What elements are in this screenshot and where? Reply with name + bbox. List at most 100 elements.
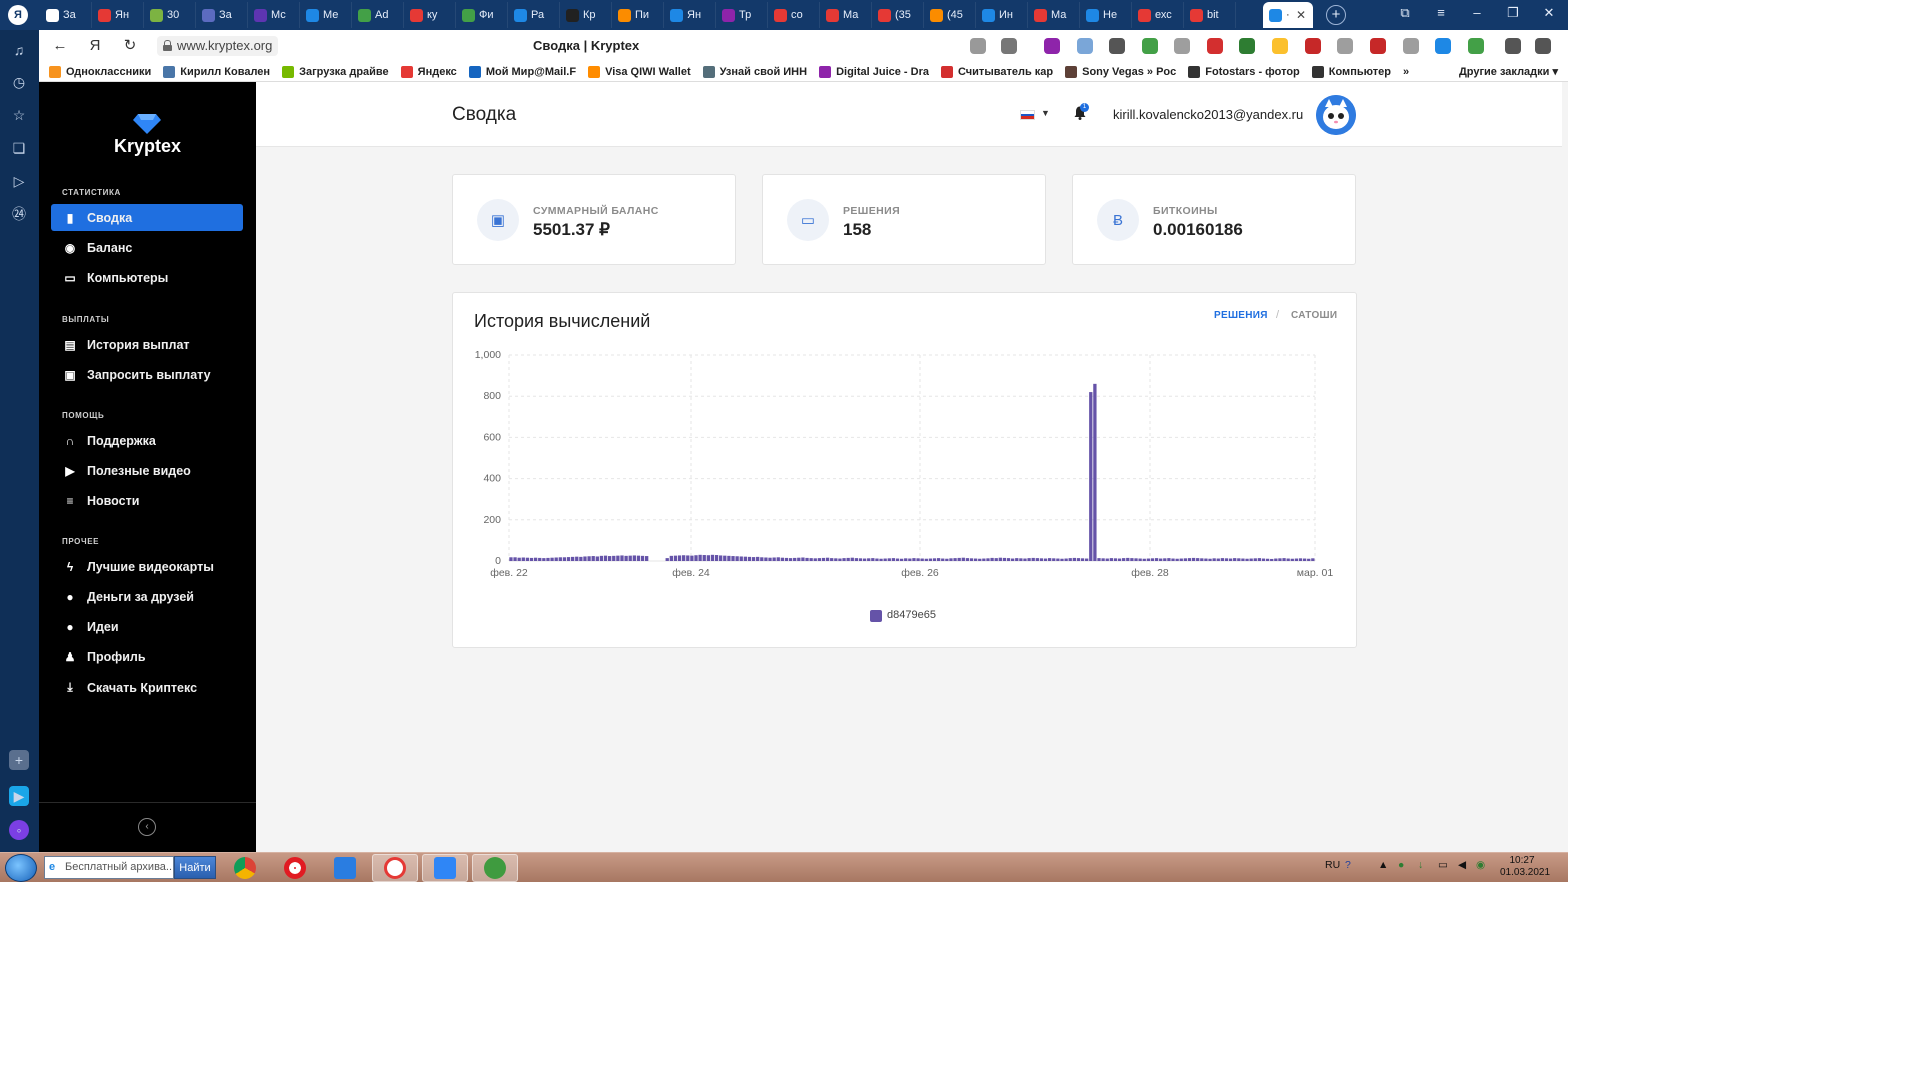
extension-icon[interactable] bbox=[1077, 38, 1093, 54]
video-icon[interactable]: ▷ bbox=[9, 171, 29, 191]
reload-icon[interactable]: ↻ bbox=[121, 37, 139, 55]
bookmark-item[interactable]: Яндекс bbox=[400, 65, 457, 78]
browser-tab[interactable]: со bbox=[768, 2, 820, 28]
alice-icon[interactable]: ◦ bbox=[9, 820, 29, 840]
browser-tab[interactable]: Ян bbox=[664, 2, 716, 28]
browser-tab[interactable]: (45 bbox=[924, 2, 976, 28]
user-email[interactable]: kirill.kovalencko2013@yandex.ru bbox=[1113, 107, 1303, 122]
browser-tab[interactable]: 30 bbox=[144, 2, 196, 28]
browser-tab[interactable]: Ad bbox=[352, 2, 404, 28]
bookmark-item[interactable]: Кирилл Ковален bbox=[163, 65, 270, 78]
browser-tab[interactable]: Кр bbox=[560, 2, 612, 28]
russian-flag-icon[interactable] bbox=[1020, 110, 1035, 120]
tab-close-icon[interactable]: ✕ bbox=[1296, 8, 1306, 22]
taskbar-clock[interactable]: 10:27 01.03.2021 bbox=[1500, 855, 1550, 879]
bookmark-item[interactable]: Загрузка драйве bbox=[282, 65, 389, 78]
bookmark-item[interactable]: Мой Мир@Mail.F bbox=[468, 65, 576, 78]
bookmark-item[interactable]: Fotostars - фотор bbox=[1188, 65, 1300, 78]
messenger-icon[interactable]: ▶ bbox=[9, 786, 29, 806]
sidebar-item[interactable]: ▶ Полезные видео bbox=[51, 457, 243, 484]
extension-icon[interactable] bbox=[1207, 38, 1223, 54]
browser-tab[interactable]: Фи bbox=[456, 2, 508, 28]
browser-tab[interactable]: ку bbox=[404, 2, 456, 28]
collapse-sidebar-button[interactable]: ‹ bbox=[138, 818, 156, 836]
page-scrollbar[interactable] bbox=[1562, 82, 1568, 852]
volume-icon[interactable]: ◀ bbox=[1458, 859, 1466, 871]
bookmarks-more-icon[interactable]: » bbox=[1403, 66, 1409, 78]
browser-tab[interactable]: Ин bbox=[976, 2, 1028, 28]
browser-tab[interactable]: Ме bbox=[300, 2, 352, 28]
sidebar-item[interactable]: ▮ Сводка bbox=[51, 204, 243, 231]
sidebar-item[interactable]: ▭ Компьютеры bbox=[51, 265, 243, 292]
news-24-icon[interactable]: ㉔ bbox=[9, 204, 29, 224]
browser-tab[interactable]: ехс bbox=[1132, 2, 1184, 28]
extension-icon[interactable] bbox=[1239, 38, 1255, 54]
extension-icon[interactable] bbox=[1370, 38, 1386, 54]
legend-series-name[interactable]: d8479e65 bbox=[887, 609, 936, 621]
sidebar-item[interactable]: ♟ Профиль bbox=[51, 644, 243, 671]
bookmark-item[interactable]: Visa QIWI Wallet bbox=[588, 65, 691, 78]
extension-icon[interactable] bbox=[1044, 38, 1060, 54]
extension-icon[interactable] bbox=[1337, 38, 1353, 54]
bookmark-icon[interactable] bbox=[1001, 38, 1017, 54]
brand-name[interactable]: Kryptex bbox=[39, 136, 256, 157]
avatar[interactable] bbox=[1316, 95, 1356, 135]
browser-tab[interactable]: bit bbox=[1184, 2, 1236, 28]
bookmark-item[interactable]: Sony Vegas » Poc bbox=[1065, 65, 1176, 78]
extension-icon[interactable] bbox=[1435, 38, 1451, 54]
browser-tab[interactable]: Ра bbox=[508, 2, 560, 28]
tray-expand-icon[interactable]: ▲ bbox=[1378, 859, 1388, 871]
extension-icon[interactable] bbox=[1174, 38, 1190, 54]
language-indicator[interactable]: RU bbox=[1325, 859, 1340, 871]
browser-tab[interactable]: За bbox=[196, 2, 248, 28]
extension-icon[interactable] bbox=[970, 38, 986, 54]
browser-tab[interactable]: Тр bbox=[716, 2, 768, 28]
language-dropdown-icon[interactable]: ▼ bbox=[1041, 108, 1050, 118]
browser-tab[interactable]: Ма bbox=[820, 2, 872, 28]
kryptex-logo-icon[interactable] bbox=[133, 114, 161, 134]
other-bookmarks[interactable]: Другие закладки ▾ bbox=[1459, 65, 1558, 78]
bookmark-item[interactable]: Компьютер bbox=[1311, 65, 1391, 78]
browser-menu-icon[interactable]: ≡ bbox=[1428, 5, 1454, 20]
notifications-icon[interactable]: ♫ bbox=[9, 40, 29, 60]
extension-icon[interactable] bbox=[1142, 38, 1158, 54]
yandex-browser-app-icon[interactable] bbox=[372, 854, 418, 882]
bookmark-item[interactable]: Digital Juice - Dra bbox=[819, 65, 929, 78]
extension-icon[interactable] bbox=[1305, 38, 1321, 54]
browser-tab[interactable]: (35 bbox=[872, 2, 924, 28]
taskbar-search-input[interactable]: e Бесплатный архива... bbox=[44, 856, 174, 879]
bookmark-item[interactable]: Одноклассники bbox=[49, 65, 151, 78]
restore-icon[interactable]: ❐ bbox=[1500, 5, 1526, 21]
extensions-menu-icon[interactable] bbox=[1505, 38, 1521, 54]
browser-tab[interactable]: Ма bbox=[1028, 2, 1080, 28]
tab-active[interactable]: · ✕ bbox=[1263, 2, 1313, 28]
help-icon[interactable]: ? bbox=[1345, 859, 1351, 871]
extension-icon[interactable] bbox=[1109, 38, 1125, 54]
bookmark-item[interactable]: Узнай свой ИНН bbox=[702, 65, 807, 78]
extension-icon[interactable] bbox=[1272, 38, 1288, 54]
new-tab-button[interactable]: + bbox=[1326, 5, 1346, 25]
browser-tab[interactable]: Пи bbox=[612, 2, 664, 28]
sidebar-item[interactable]: ≡ Новости bbox=[51, 488, 243, 515]
kryptex-app-icon[interactable] bbox=[422, 854, 468, 882]
tab-manager-icon[interactable]: ⧉ bbox=[1392, 5, 1418, 21]
utility-app-icon[interactable] bbox=[472, 854, 518, 882]
downloads-icon[interactable] bbox=[1535, 38, 1551, 54]
sidebar-item[interactable]: ⤓ Скачать Криптекс bbox=[51, 674, 243, 701]
network-icon[interactable]: ▭ bbox=[1438, 859, 1448, 871]
browser-tab[interactable]: Мс bbox=[248, 2, 300, 28]
start-button[interactable] bbox=[5, 854, 37, 882]
sidebar-item[interactable]: ● Идеи bbox=[51, 614, 243, 641]
browser-logo-icon[interactable]: Я bbox=[8, 5, 28, 25]
close-window-icon[interactable]: ✕ bbox=[1536, 5, 1562, 21]
download-tray-icon[interactable]: ↓ bbox=[1418, 859, 1423, 871]
sidebar-item[interactable]: ▤ История выплат bbox=[51, 331, 243, 358]
taskbar-search-button[interactable]: Найти bbox=[174, 856, 216, 879]
sidebar-item[interactable]: ◉ Баланс bbox=[51, 234, 243, 261]
extension-icon[interactable] bbox=[1403, 38, 1419, 54]
collections-icon[interactable]: ❏ bbox=[9, 138, 29, 158]
sidebar-item[interactable]: ▣ Запросить выплату bbox=[51, 361, 243, 388]
legend-swatch[interactable] bbox=[870, 610, 882, 622]
add-panel-icon[interactable]: + bbox=[9, 750, 29, 770]
browser-tab[interactable]: Ян bbox=[92, 2, 144, 28]
